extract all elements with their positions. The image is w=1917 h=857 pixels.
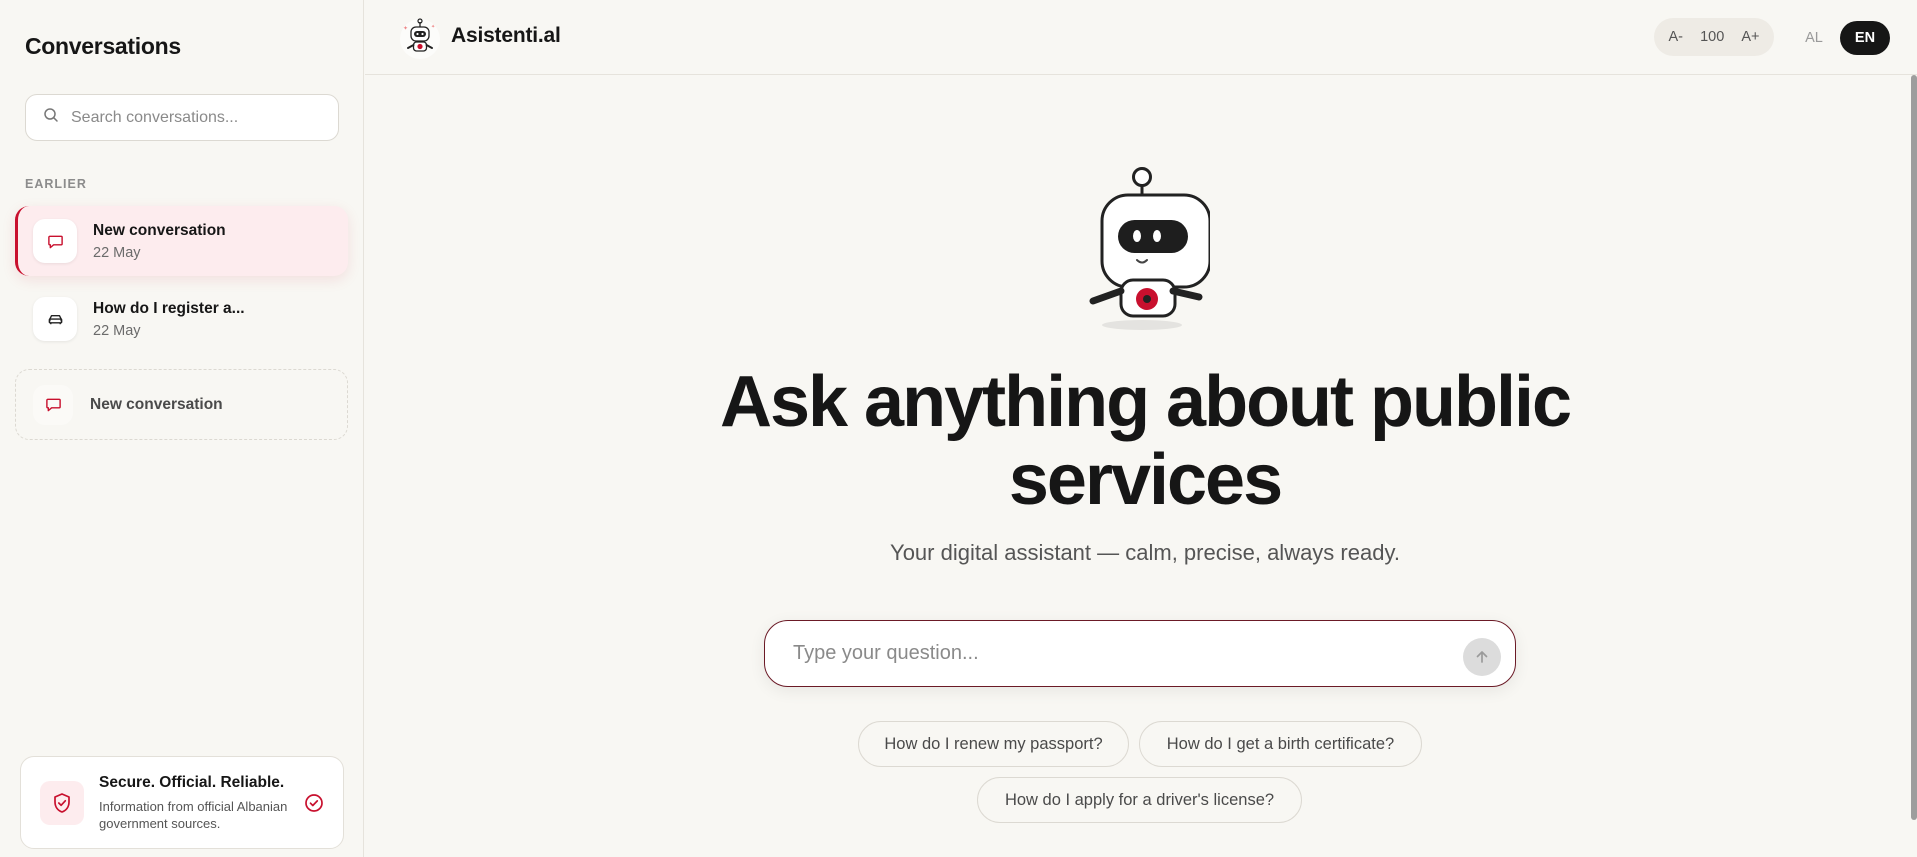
search-icon <box>43 107 59 128</box>
lang-al-button[interactable]: AL <box>1795 21 1833 55</box>
svg-text:✦: ✦ <box>431 24 435 30</box>
search-input[interactable] <box>71 108 331 127</box>
font-increase-button[interactable]: A+ <box>1741 29 1759 45</box>
suggestion-chip[interactable]: How do I get a birth certificate? <box>1139 721 1422 767</box>
sidebar: Conversations EARLIER New conversation 2… <box>0 0 364 857</box>
chat-bubble-icon <box>33 219 77 263</box>
section-label-earlier: EARLIER <box>25 177 87 191</box>
hero-subtitle: Your digital assistant — calm, precise, … <box>890 540 1400 565</box>
suggestion-chip[interactable]: How do I apply for a driver's license? <box>977 777 1302 823</box>
chat-bubble-icon <box>33 384 73 425</box>
font-size-value: 100 <box>1700 29 1725 45</box>
conversation-item-active[interactable]: New conversation 22 May <box>15 206 348 276</box>
robot-logo-icon[interactable]: ✦ ✦ <box>398 16 442 60</box>
conversation-date: 22 May <box>93 244 141 261</box>
font-size-controls: A- 100 A+ <box>1654 18 1774 56</box>
conversation-title: How do I register a... <box>93 299 245 317</box>
question-input[interactable] <box>793 642 1433 665</box>
search-box[interactable] <box>25 94 339 141</box>
conversation-item[interactable]: How do I register a... 22 May <box>15 284 348 354</box>
question-input-box[interactable] <box>764 620 1516 687</box>
trust-description: Information from official Albanian gover… <box>99 798 288 831</box>
suggestion-chip[interactable]: How do I renew my passport? <box>858 721 1129 767</box>
hero-title: Ask anything about public services <box>719 362 1572 520</box>
car-icon <box>33 297 77 341</box>
trust-title: Secure. Official. Reliable. <box>99 773 285 791</box>
check-circle-icon <box>304 793 324 813</box>
brand-name[interactable]: Asistenti.al <box>451 24 561 48</box>
top-header: ✦ ✦ Asistenti.al A- 100 A+ AL EN <box>365 0 1917 75</box>
lang-en-button[interactable]: EN <box>1840 21 1890 55</box>
send-button[interactable] <box>1463 638 1501 676</box>
conversation-title: New conversation <box>93 221 226 239</box>
arrow-up-icon <box>1476 651 1488 663</box>
trust-card: Secure. Official. Reliable. Information … <box>20 756 344 849</box>
font-decrease-button[interactable]: A- <box>1669 29 1684 45</box>
language-toggle: AL EN <box>1795 21 1890 55</box>
conversation-date: 22 May <box>93 322 141 339</box>
robot-mascot-icon <box>1075 163 1212 333</box>
new-conversation-button[interactable]: New conversation <box>15 369 348 440</box>
scrollbar[interactable] <box>1911 75 1917 820</box>
svg-text:✦: ✦ <box>403 25 408 32</box>
shield-check-icon <box>40 780 84 825</box>
new-conversation-label: New conversation <box>90 395 223 413</box>
sidebar-title: Conversations <box>25 33 181 59</box>
